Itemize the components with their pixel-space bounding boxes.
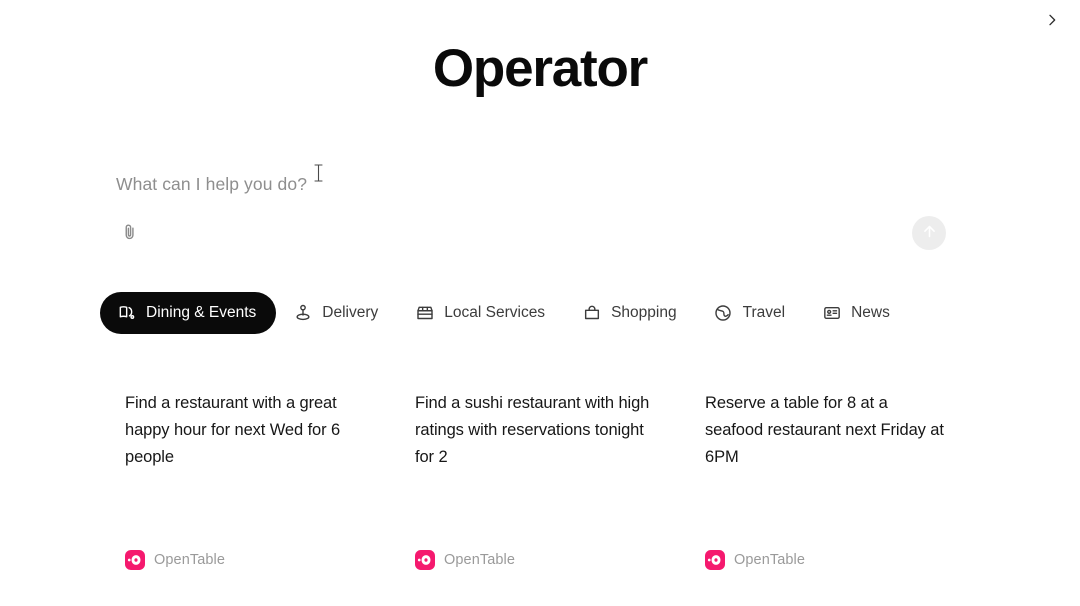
page-title-container: Operator (0, 39, 1080, 98)
composer-input-row (116, 164, 944, 204)
paperclip-icon (120, 222, 140, 245)
tab-label: Local Services (444, 304, 546, 321)
news-card-icon (821, 303, 842, 324)
tab-delivery[interactable]: Delivery (276, 292, 398, 334)
suggestion-cards: Find a restaurant with a great happy hou… (100, 372, 980, 592)
chevron-right-icon (1044, 12, 1060, 31)
tabs-scroll-right-button[interactable] (1040, 9, 1064, 33)
tab-label: Shopping (611, 304, 677, 321)
tab-shopping[interactable]: Shopping (565, 292, 697, 334)
tab-news[interactable]: News (805, 292, 910, 334)
suggestion-card-source-label: OpenTable (154, 552, 226, 568)
shopping-bag-icon (581, 303, 602, 324)
tab-label: Delivery (322, 304, 379, 321)
opentable-logo-icon (125, 550, 145, 570)
operator-home-page: Operator What can I help you do? Dining … (0, 0, 1080, 606)
suggestion-card-source-label: OpenTable (734, 552, 806, 568)
opentable-logo-icon (705, 550, 725, 570)
tab-label: Travel (742, 304, 786, 321)
suggestion-card-source: OpenTable (125, 550, 225, 570)
prompt-input[interactable] (116, 173, 944, 195)
suggestion-card[interactable]: Find a sushi restaurant with high rating… (390, 372, 680, 592)
suggestion-card[interactable]: Reserve a table for 8 at a seafood resta… (680, 372, 970, 592)
tab-label: News (851, 304, 890, 321)
composer[interactable] (100, 148, 960, 266)
suggestion-card[interactable]: Find a restaurant with a great happy hou… (100, 372, 390, 592)
page-title: Operator (432, 39, 648, 98)
composer-toolbar (114, 214, 946, 252)
attach-file-button[interactable] (114, 217, 146, 249)
tab-dining-and-events[interactable]: Dining & Events (100, 292, 277, 334)
dining-napkin-icon (116, 303, 137, 324)
suggestion-card-source: OpenTable (415, 550, 515, 570)
tab-label: Dining & Events (146, 304, 257, 321)
tabs-fade-mask (1022, 292, 1044, 334)
globe-icon (713, 303, 734, 324)
opentable-logo-icon (415, 550, 435, 570)
send-button[interactable] (912, 216, 946, 250)
suggestion-card-text: Find a sushi restaurant with high rating… (415, 394, 650, 466)
tab-local-services[interactable]: Local Services (398, 292, 565, 334)
suggestion-card-source: OpenTable (705, 550, 805, 570)
suggestion-card-source-label: OpenTable (444, 552, 516, 568)
suggestion-card-text: Find a restaurant with a great happy hou… (125, 394, 341, 466)
location-pin-person-icon (292, 303, 313, 324)
suggestion-card-text: Reserve a table for 8 at a seafood resta… (705, 394, 944, 466)
storefront-icon (414, 303, 435, 324)
tab-travel[interactable]: Travel (697, 292, 806, 334)
category-tabs[interactable]: Dining & Events Delivery Local Services … (100, 292, 960, 334)
arrow-up-icon (921, 223, 938, 243)
